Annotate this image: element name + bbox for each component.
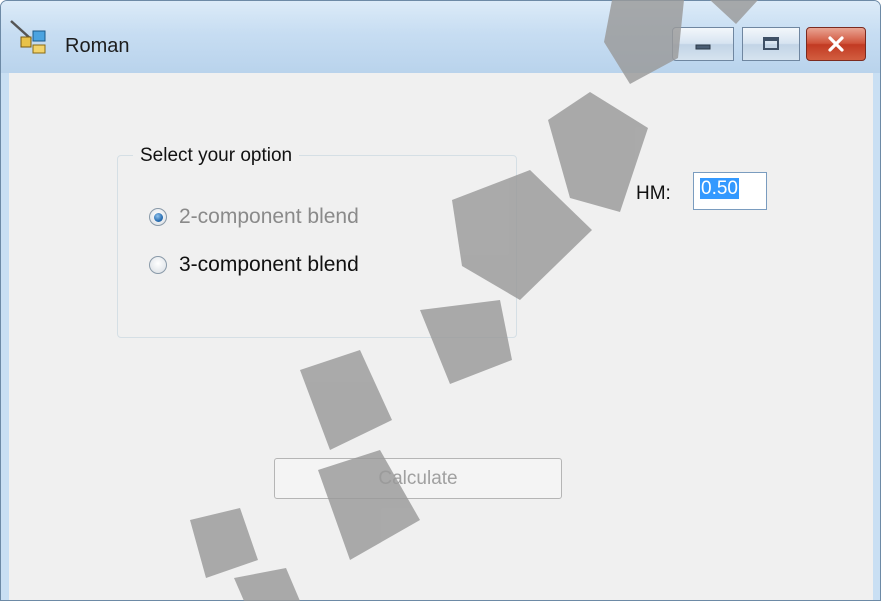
hm-label: HM: (636, 183, 671, 204)
maximize-button[interactable] (742, 27, 800, 61)
radio-3-component[interactable]: 3-component blend (149, 253, 359, 277)
title-bar[interactable]: Roman (1, 1, 880, 73)
minimize-button[interactable] (672, 27, 734, 61)
radio-dot (153, 212, 163, 222)
radio-label-2-component: 2-component blend (179, 205, 359, 228)
app-icon (10, 20, 46, 54)
radio-button-unselected[interactable] (149, 256, 167, 274)
client-area: Select your option 2-component blend 3-c… (9, 73, 873, 600)
calculate-button[interactable]: Calculate (274, 458, 562, 499)
close-icon (828, 36, 844, 52)
hm-input[interactable]: 0.50 (693, 172, 767, 210)
options-groupbox (117, 155, 517, 338)
radio-label-3-component: 3-component blend (179, 253, 359, 276)
hm-input-value: 0.50 (700, 178, 739, 199)
window-title: Roman (65, 35, 130, 57)
close-button[interactable] (806, 27, 866, 61)
app-window: Roman Select your option 2-component ble (0, 0, 881, 601)
groupbox-label: Select your option (133, 145, 300, 167)
radio-2-component[interactable]: 2-component blend (149, 205, 359, 229)
maximize-icon (763, 37, 779, 50)
radio-button-selected[interactable] (149, 208, 167, 226)
minimize-icon (695, 44, 711, 50)
